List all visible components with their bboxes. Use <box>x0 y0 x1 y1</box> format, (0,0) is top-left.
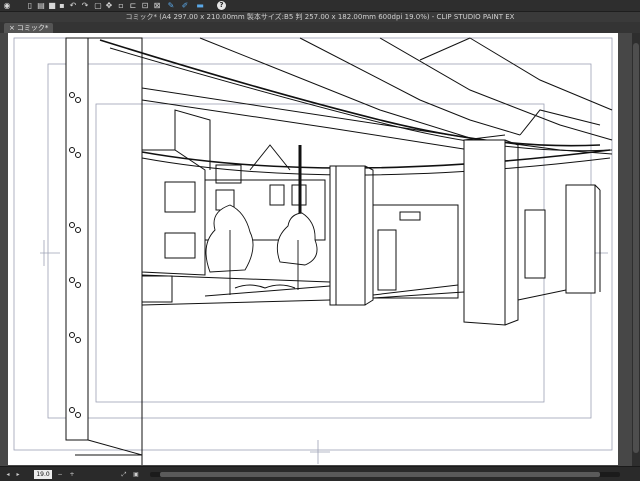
status-bar: ◂ ▸ 19.0 − + ⤢ ▣ <box>0 466 640 481</box>
ruler-icon[interactable]: ⊠ <box>152 1 162 11</box>
tab-label: コミック* <box>16 24 49 32</box>
document-tabs: × コミック* <box>0 22 640 33</box>
horizontal-scroll-thumb[interactable] <box>160 472 600 477</box>
help-icon[interactable]: ? <box>217 1 226 10</box>
clip-studio-window: ◉ ▯ ▤ ■ ▪ ↶ ↷ ▢ ✥ ▫ ⊏ ⊡ ⊠ ✎ ✐ ▬ ? コミック* … <box>0 0 640 481</box>
display-icon[interactable]: ◉ <box>2 1 12 11</box>
crop-icon[interactable]: ⊏ <box>128 1 138 11</box>
clear-icon[interactable]: ▢ <box>93 1 103 11</box>
horizontal-scrollbar[interactable] <box>150 472 620 477</box>
command-bar: ◉ ▯ ▤ ■ ▪ ↶ ↷ ▢ ✥ ▫ ⊏ ⊡ ⊠ ✎ ✐ ▬ ? <box>0 0 640 12</box>
select-icon[interactable]: ▫ <box>116 1 126 11</box>
window-title: コミック* (A4 297.00 x 210.00mm 製本サイズ:B5 判 2… <box>0 12 640 22</box>
eraser-icon[interactable]: ▬ <box>195 1 205 11</box>
fit-window-icon[interactable]: ⤢ <box>120 470 128 479</box>
transform-icon[interactable]: ⊡ <box>140 1 150 11</box>
tab-comic[interactable]: × コミック* <box>4 23 54 33</box>
brush-icon[interactable]: ✐ <box>180 1 190 11</box>
zoom-in-icon[interactable]: + <box>68 470 76 479</box>
move-icon[interactable]: ✥ <box>104 1 114 11</box>
canvas-artwork <box>0 33 632 466</box>
save-icon[interactable]: ■ <box>47 1 57 11</box>
redo-icon[interactable]: ↷ <box>80 1 90 11</box>
zoom-level-input[interactable]: 19.0 <box>34 470 52 479</box>
rotate-right-icon[interactable]: ▸ <box>14 470 22 479</box>
close-icon[interactable]: × <box>9 24 15 32</box>
drawing-canvas[interactable] <box>0 33 640 466</box>
open-file-icon[interactable]: ▤ <box>36 1 46 11</box>
rotate-left-icon[interactable]: ◂ <box>4 470 12 479</box>
actual-size-icon[interactable]: ▣ <box>132 470 140 479</box>
pen-icon[interactable]: ✎ <box>166 1 176 11</box>
save-as-icon[interactable]: ▪ <box>57 1 67 11</box>
zoom-out-icon[interactable]: − <box>56 470 64 479</box>
vertical-scrollbar[interactable] <box>632 33 640 466</box>
undo-icon[interactable]: ↶ <box>68 1 78 11</box>
vertical-scroll-thumb[interactable] <box>633 43 639 453</box>
new-file-icon[interactable]: ▯ <box>25 1 35 11</box>
